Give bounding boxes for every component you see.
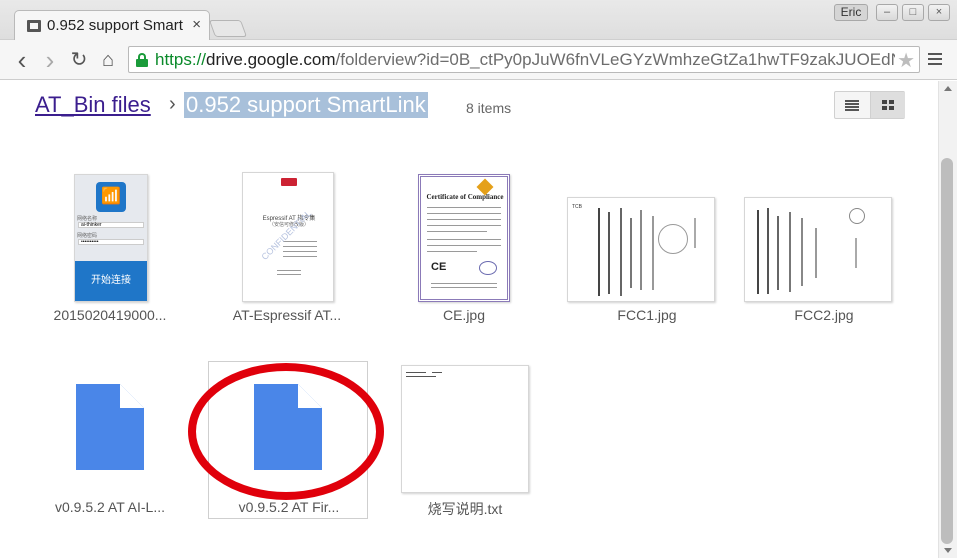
- seal-icon: [479, 261, 497, 275]
- breadcrumb-separator: ›: [169, 93, 176, 115]
- document-icon: [76, 384, 144, 470]
- minimize-button[interactable]: –: [876, 4, 898, 21]
- file-thumbnail: 📶 网络名称 ai-thinker 网络密码 •••••••••• 开始连接: [74, 174, 148, 302]
- title-bar: 0.952 support Smart × Eric – □ ×: [0, 0, 957, 41]
- file-item[interactable]: 📶 网络名称 ai-thinker 网络密码 •••••••••• 开始连接 2…: [30, 164, 190, 323]
- file-name: 烧写说明.txt: [427, 501, 503, 517]
- file-thumbnail: [744, 197, 892, 302]
- browser-tab[interactable]: 0.952 support Smart ×: [14, 10, 210, 41]
- list-view-button[interactable]: [835, 92, 870, 118]
- address-bar[interactable]: https://drive.google.com/folderview?id=0…: [128, 46, 920, 73]
- bookmark-star-icon[interactable]: ★: [897, 48, 915, 73]
- file-item[interactable]: TCB FCC1.jpg: [567, 164, 727, 323]
- home-button[interactable]: ⌂: [96, 48, 120, 72]
- file-thumbnail: TCB: [567, 197, 715, 302]
- close-window-button[interactable]: ×: [928, 4, 950, 21]
- file-name: v0.9.5.2 AT Fir...: [238, 499, 340, 515]
- url-text[interactable]: https://drive.google.com/folderview?id=0…: [155, 50, 895, 70]
- back-button[interactable]: ‹: [10, 47, 34, 73]
- file-thumbnail: Espressif AT 指令集 （安信可修改版） CONFIDENTIAL: [242, 172, 334, 302]
- new-tab-button[interactable]: [208, 20, 248, 37]
- file-name: FCC2.jpg: [794, 307, 854, 323]
- list-view-icon: [845, 100, 859, 112]
- file-thumbnail: Certificate of Compliance CE: [418, 174, 510, 302]
- scroll-down-arrow-icon[interactable]: [944, 548, 952, 553]
- forward-button[interactable]: ›: [38, 47, 62, 73]
- file-name: FCC1.jpg: [617, 307, 677, 323]
- file-thumbnail: [401, 365, 529, 493]
- ce-mark: CE: [431, 261, 447, 273]
- file-item[interactable]: FCC2.jpg: [744, 164, 904, 323]
- wifi-icon: 📶: [96, 182, 126, 212]
- scroll-thumb[interactable]: [941, 158, 953, 544]
- file-name: CE.jpg: [442, 307, 486, 323]
- breadcrumb-parent-link[interactable]: AT_Bin files: [35, 92, 151, 118]
- file-item[interactable]: Certificate of Compliance CE CE.jpg: [384, 164, 544, 323]
- drive-folder-icon: [27, 20, 41, 32]
- file-name: AT-Espressif AT...: [232, 307, 342, 323]
- phone-connect-button: 开始连接: [75, 261, 147, 301]
- lock-icon: [136, 53, 148, 67]
- file-item[interactable]: v0.9.5.2 AT Fir...: [208, 361, 368, 519]
- scroll-up-arrow-icon[interactable]: [944, 86, 952, 91]
- reload-button[interactable]: ↻: [67, 48, 91, 72]
- file-name: v0.9.5.2 AT AI-L...: [55, 499, 165, 515]
- browser-menu-icon[interactable]: [928, 53, 942, 65]
- seal-icon: [658, 224, 688, 254]
- file-item[interactable]: 烧写说明.txt: [385, 362, 545, 520]
- user-profile-badge[interactable]: Eric: [834, 4, 868, 21]
- grid-view-button[interactable]: [870, 92, 905, 118]
- logo-icon: [281, 178, 297, 186]
- vertical-scrollbar[interactable]: [938, 81, 957, 558]
- view-toggle: [834, 91, 905, 119]
- tab-title: 0.952 support Smart: [47, 17, 183, 34]
- maximize-button[interactable]: □: [902, 4, 924, 21]
- file-item[interactable]: v0.9.5.2 AT AI-L...: [30, 362, 190, 520]
- item-count: 8 items: [466, 100, 512, 116]
- breadcrumb-current-folder: 0.952 support SmartLink: [184, 92, 428, 118]
- tab-close-button[interactable]: ×: [192, 16, 201, 33]
- document-icon: [254, 384, 322, 470]
- grid-view-icon: [882, 100, 894, 110]
- seal-icon: [849, 208, 865, 224]
- browser-toolbar: ‹ › ↻ ⌂ https://drive.google.com/folderv…: [0, 40, 957, 80]
- file-name: 2015020419000...: [53, 307, 167, 323]
- file-item[interactable]: Espressif AT 指令集 （安信可修改版） CONFIDENTIAL A…: [207, 164, 367, 323]
